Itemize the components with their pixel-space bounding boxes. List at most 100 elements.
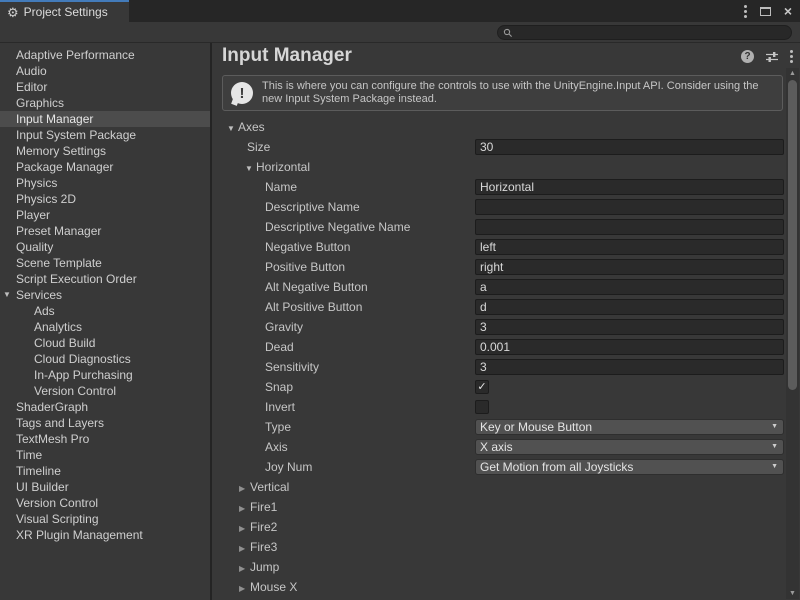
text-field-name[interactable]: Horizontal <box>475 179 784 195</box>
property-row-descriptive-negative-name: Descriptive Negative Name <box>212 217 786 237</box>
sidebar-item-tags-and-layers[interactable]: Tags and Layers <box>0 415 210 431</box>
more-icon[interactable] <box>790 50 793 63</box>
sidebar-item-version-control[interactable]: Version Control <box>0 495 210 511</box>
foldout-closed-icon[interactable]: ▶ <box>239 479 250 499</box>
sidebar-item-editor[interactable]: Editor <box>0 79 210 95</box>
sidebar-item-graphics[interactable]: Graphics <box>0 95 210 111</box>
search-box[interactable] <box>497 25 792 40</box>
maximize-icon[interactable] <box>760 7 771 16</box>
sidebar-item-version-control[interactable]: Version Control <box>0 383 210 399</box>
property-row-alt-negative-button: Alt Negative Buttona <box>212 277 786 297</box>
sidebar-item-ui-builder[interactable]: UI Builder <box>0 479 210 495</box>
sidebar-item-preset-manager[interactable]: Preset Manager <box>0 223 210 239</box>
checkbox-invert[interactable] <box>475 400 489 414</box>
sidebar-item-cloud-build[interactable]: Cloud Build <box>0 335 210 351</box>
property-label-wrap: Joy Num <box>212 457 312 477</box>
sidebar-item-label: Version Control <box>16 496 98 510</box>
sidebar-item-player[interactable]: Player <box>0 207 210 223</box>
text-field-descriptive-name[interactable] <box>475 199 784 215</box>
toolbar <box>0 22 800 43</box>
tab-project-settings[interactable]: ⚙ Project Settings <box>0 0 129 22</box>
sidebar-item-visual-scripting[interactable]: Visual Scripting <box>0 511 210 527</box>
close-icon[interactable]: × <box>784 4 792 18</box>
text-field-sensitivity[interactable]: 3 <box>475 359 784 375</box>
foldout-closed-icon[interactable]: ▶ <box>239 499 250 519</box>
property-label: Snap <box>265 380 293 394</box>
sidebar-item-in-app-purchasing[interactable]: In-App Purchasing <box>0 367 210 383</box>
property-row-axis: AxisX axis▼ <box>212 437 786 457</box>
property-row-type: TypeKey or Mouse Button▼ <box>212 417 786 437</box>
sidebar-item-ads[interactable]: Ads <box>0 303 210 319</box>
property-row-joy-num: Joy Num Get Motion from all Joysticks▼ <box>212 457 786 477</box>
info-banner: ! This is where you can configure the co… <box>222 75 783 111</box>
sidebar-item-label: Editor <box>16 80 47 94</box>
foldout-open-icon[interactable]: ▼ <box>3 287 14 303</box>
property-label: Negative Button <box>265 240 350 254</box>
sidebar-item-physics[interactable]: Physics <box>0 175 210 191</box>
sidebar-item-label: Visual Scripting <box>16 512 99 526</box>
sidebar-item-label: Player <box>16 208 50 222</box>
field-value: right <box>480 260 503 274</box>
sidebar-item-label: Tags and Layers <box>16 416 104 430</box>
text-field-size[interactable]: 30 <box>475 139 784 155</box>
foldout-closed-icon[interactable]: ▶ <box>239 539 250 559</box>
sidebar-item-textmesh-pro[interactable]: TextMesh Pro <box>0 431 210 447</box>
property-label-wrap: ▶Vertical <box>212 477 289 497</box>
sidebar-item-label: Physics <box>16 176 57 190</box>
scrollbar-thumb[interactable] <box>788 80 797 390</box>
text-field-gravity[interactable]: 3 <box>475 319 784 335</box>
scroll-down-icon[interactable]: ▼ <box>786 588 799 599</box>
foldout-closed-icon[interactable]: ▶ <box>239 579 250 599</box>
sidebar-item-memory-settings[interactable]: Memory Settings <box>0 143 210 159</box>
foldout-open-icon[interactable]: ▼ <box>227 119 238 139</box>
property-label-wrap: Alt Positive Button <box>212 297 362 317</box>
text-field-alt-negative-button[interactable]: a <box>475 279 784 295</box>
text-field-positive-button[interactable]: right <box>475 259 784 275</box>
sidebar-item-timeline[interactable]: Timeline <box>0 463 210 479</box>
sidebar-item-label: XR Plugin Management <box>16 528 143 542</box>
help-icon[interactable]: ? <box>741 50 754 63</box>
dropdown-axis[interactable]: X axis▼ <box>475 439 784 455</box>
sidebar-item-adaptive-performance[interactable]: Adaptive Performance <box>0 47 210 63</box>
text-field-descriptive-negative-name[interactable] <box>475 219 784 235</box>
sidebar-item-input-manager[interactable]: Input Manager <box>0 111 210 127</box>
window-menu-icon[interactable] <box>744 5 747 18</box>
text-field-dead[interactable]: 0.001 <box>475 339 784 355</box>
sidebar-item-package-manager[interactable]: Package Manager <box>0 159 210 175</box>
main-panel: Input Manager ? ! This is where you can … <box>212 43 800 600</box>
vertical-scrollbar[interactable]: ▲ ▼ <box>786 68 799 599</box>
property-label: Jump <box>250 560 279 574</box>
sidebar-item-script-execution-order[interactable]: Script Execution Order <box>0 271 210 287</box>
property-label: Positive Button <box>265 260 345 274</box>
search-input[interactable] <box>516 27 776 39</box>
dropdown-type[interactable]: Key or Mouse Button▼ <box>475 419 784 435</box>
property-label-wrap: Descriptive Name <box>212 197 360 217</box>
sidebar-item-cloud-diagnostics[interactable]: Cloud Diagnostics <box>0 351 210 367</box>
property-row-horizontal: ▼Horizontal <box>212 157 786 177</box>
sidebar-item-xr-plugin-management[interactable]: XR Plugin Management <box>0 527 210 543</box>
sidebar-item-audio[interactable]: Audio <box>0 63 210 79</box>
checkbox-snap[interactable]: ✓ <box>475 380 489 394</box>
property-row-fire1: ▶Fire1 <box>212 497 786 517</box>
sidebar-list: Adaptive PerformanceAudioEditorGraphicsI… <box>0 47 210 543</box>
sidebar-item-input-system-package[interactable]: Input System Package <box>0 127 210 143</box>
sidebar-item-scene-template[interactable]: Scene Template <box>0 255 210 271</box>
text-field-negative-button[interactable]: left <box>475 239 784 255</box>
dropdown-joy-num[interactable]: Get Motion from all Joysticks▼ <box>475 459 784 475</box>
scroll-up-icon[interactable]: ▲ <box>786 68 799 79</box>
header-icons: ? <box>741 50 793 63</box>
property-row-vertical: ▶Vertical <box>212 477 786 497</box>
property-row-dead: Dead0.001 <box>212 337 786 357</box>
foldout-open-icon[interactable]: ▼ <box>245 159 256 179</box>
property-label-wrap: Negative Button <box>212 237 350 257</box>
text-field-alt-positive-button[interactable]: d <box>475 299 784 315</box>
sidebar-item-physics-2d[interactable]: Physics 2D <box>0 191 210 207</box>
sidebar-item-analytics[interactable]: Analytics <box>0 319 210 335</box>
presets-icon[interactable] <box>765 51 779 63</box>
foldout-closed-icon[interactable]: ▶ <box>239 559 250 579</box>
sidebar-item-time[interactable]: Time <box>0 447 210 463</box>
sidebar-item-services[interactable]: ▼Services <box>0 287 210 303</box>
sidebar-item-quality[interactable]: Quality <box>0 239 210 255</box>
sidebar-item-shadergraph[interactable]: ShaderGraph <box>0 399 210 415</box>
foldout-closed-icon[interactable]: ▶ <box>239 519 250 539</box>
